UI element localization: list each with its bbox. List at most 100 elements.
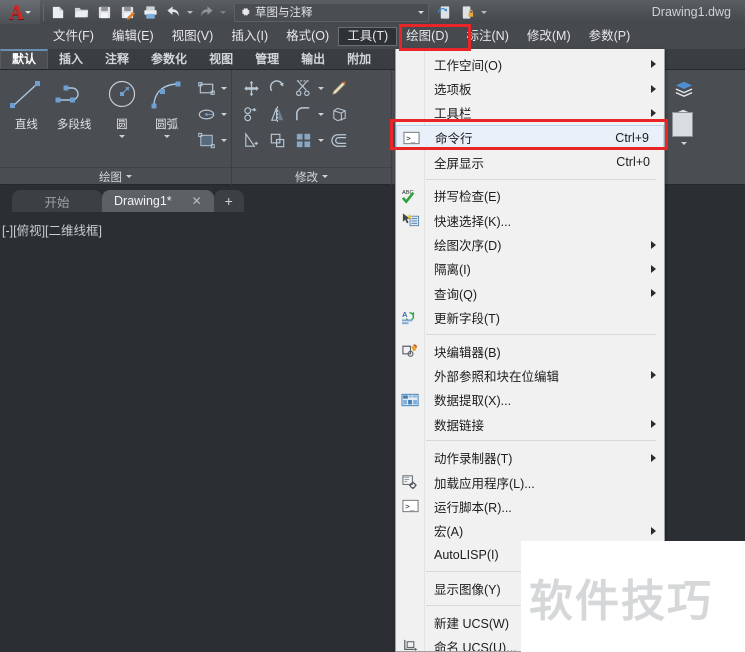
data-extraction-icon (400, 391, 421, 409)
menu-item-quick-select[interactable]: 快速选择(K)... (396, 208, 664, 232)
copy-icon[interactable] (238, 101, 264, 127)
menu-edit[interactable]: 编辑(E) (103, 27, 163, 47)
menu-file[interactable]: 文件(F) (44, 27, 103, 47)
menu-item-label: 外部参照和块在位编辑 (434, 369, 560, 384)
tool-arc-label: 圆弧 (155, 119, 179, 131)
layers-panel-expand-icon[interactable] (681, 142, 687, 145)
menu-item-clean-screen[interactable]: 全屏显示 Ctrl+0 (396, 150, 664, 174)
scale-icon[interactable] (264, 127, 290, 153)
array-3d-icon[interactable] (326, 101, 352, 127)
menu-item-command-line[interactable]: >_ 命令行 Ctrl+9 (396, 125, 664, 151)
menu-tools[interactable]: 工具(T) (338, 26, 398, 47)
sign-in-icon[interactable] (457, 2, 478, 23)
tool-circle-dropdown[interactable] (118, 132, 125, 141)
ellipse-dropdown[interactable] (219, 101, 229, 127)
menu-item-inquiry[interactable]: 查询(Q) (396, 281, 664, 305)
rotate-icon[interactable] (264, 75, 290, 101)
menu-separator (426, 333, 656, 335)
ribbon-tab-view[interactable]: 视图 (198, 50, 244, 69)
menu-item-macro[interactable]: 宏(A) (396, 519, 664, 543)
tool-polyline-label: 多段线 (56, 119, 92, 131)
ribbon-tab-output[interactable]: 输出 (290, 50, 336, 69)
menu-item-load-application[interactable]: 加载应用程序(L)... (396, 470, 664, 494)
fillet-dropdown[interactable] (316, 101, 326, 127)
erase-icon[interactable] (326, 75, 352, 101)
viewport-label[interactable]: [-][俯视][二维线框] (2, 220, 102, 239)
close-icon[interactable]: ✕ (192, 194, 202, 208)
tool-arc[interactable]: 圆弧 (144, 75, 189, 141)
menu-item-toolbars[interactable]: 工具栏 (396, 101, 664, 125)
menu-item-isolate[interactable]: 隔离(I) (396, 257, 664, 281)
modify-panel-title[interactable]: 修改 (232, 167, 391, 185)
new-icon[interactable] (48, 2, 69, 23)
menu-item-xref-edit[interactable]: 外部参照和块在位编辑 (396, 363, 664, 387)
array-dropdown[interactable] (316, 127, 326, 153)
chevron-down-icon (25, 10, 32, 14)
tool-line[interactable]: 直线 (4, 75, 49, 141)
plot-icon[interactable] (140, 2, 161, 23)
tool-polyline[interactable]: 多段线 (49, 75, 100, 141)
chevron-down-icon[interactable] (322, 175, 328, 178)
help-menu-icon[interactable] (479, 2, 489, 23)
menu-item-palettes[interactable]: 选项板 (396, 76, 664, 100)
menu-insert[interactable]: 插入(I) (222, 27, 277, 47)
ribbon-tab-annotate[interactable]: 注释 (94, 50, 140, 69)
tool-arc-dropdown[interactable] (163, 132, 170, 141)
menu-draw[interactable]: 绘图(D) (397, 27, 457, 47)
trim-icon[interactable] (290, 75, 316, 101)
menu-item-draw-order[interactable]: 绘图次序(D) (396, 232, 664, 256)
undo-dropdown-icon[interactable] (185, 2, 195, 23)
menu-item-data-extraction[interactable]: 数据提取(X)... (396, 388, 664, 412)
ribbon-edge-button[interactable] (672, 112, 693, 137)
menu-item-workspace[interactable]: 工作空间(O) (396, 52, 664, 76)
ribbon-tab-home[interactable]: 默认 (0, 49, 49, 69)
autocad-logo-button[interactable]: A (0, 0, 40, 24)
workspace-selector[interactable]: 草图与注释 (234, 2, 429, 22)
rectangle-icon[interactable] (193, 75, 219, 101)
menu-modify[interactable]: 修改(M) (518, 27, 580, 47)
save-as-icon[interactable] (117, 2, 138, 23)
fillet-icon[interactable] (290, 101, 316, 127)
menu-parametric[interactable]: 参数(P) (580, 27, 640, 47)
ellipse-icon[interactable] (193, 101, 219, 127)
menu-format[interactable]: 格式(O) (277, 27, 338, 47)
rectangle-dropdown[interactable] (219, 75, 229, 101)
save-icon[interactable] (94, 2, 115, 23)
array-icon[interactable] (290, 127, 316, 153)
ribbon-tab-parametric[interactable]: 参数化 (140, 50, 198, 69)
menu-item-update-fields[interactable]: A 更新字段(T) (396, 306, 664, 330)
redo-icon[interactable] (196, 2, 217, 23)
file-tab-start[interactable]: 开始 (12, 190, 102, 212)
menu-item-run-script[interactable]: >_ 运行脚本(R)... (396, 494, 664, 518)
menu-item-block-editor[interactable]: 块编辑器(B) (396, 339, 664, 363)
menu-item-shortcut: Ctrl+9 (615, 130, 649, 145)
ribbon-tab-addins[interactable]: 附加 (336, 50, 382, 69)
move-icon[interactable] (238, 75, 264, 101)
tool-circle[interactable]: 圆 (99, 75, 144, 141)
mirror-icon[interactable] (264, 101, 290, 127)
undo-icon[interactable] (163, 2, 184, 23)
new-tab-button[interactable]: + (213, 190, 244, 212)
menu-view[interactable]: 视图(V) (163, 27, 223, 47)
menu-item-spell-check[interactable]: ABC 拼写检查(E) (396, 184, 664, 208)
hatch-dropdown[interactable] (219, 127, 229, 153)
chevron-down-icon[interactable] (418, 10, 424, 14)
file-tab-drawing1[interactable]: Drawing1* ✕ (102, 190, 214, 212)
open-icon[interactable] (71, 2, 92, 23)
document-title: Drawing1.dwg (651, 5, 731, 19)
hatch-icon[interactable] (193, 127, 219, 153)
tool-circle-label: 圆 (116, 119, 128, 131)
menu-item-data-links[interactable]: 数据链接 (396, 412, 664, 436)
menu-item-action-recorder[interactable]: 动作录制器(T) (396, 445, 664, 469)
redo-dropdown-icon[interactable] (218, 2, 228, 23)
layer-properties-icon[interactable] (673, 80, 695, 103)
sync-settings-icon[interactable] (434, 2, 455, 23)
draw-panel-title[interactable]: 绘图 (0, 167, 231, 185)
offset-icon[interactable] (326, 127, 352, 153)
chevron-down-icon[interactable] (126, 175, 132, 178)
trim-dropdown[interactable] (316, 75, 326, 101)
menu-dimension[interactable]: 标注(N) (458, 27, 518, 47)
ribbon-tab-manage[interactable]: 管理 (244, 50, 290, 69)
ribbon-tab-insert[interactable]: 插入 (48, 50, 94, 69)
stretch-icon[interactable] (238, 127, 264, 153)
